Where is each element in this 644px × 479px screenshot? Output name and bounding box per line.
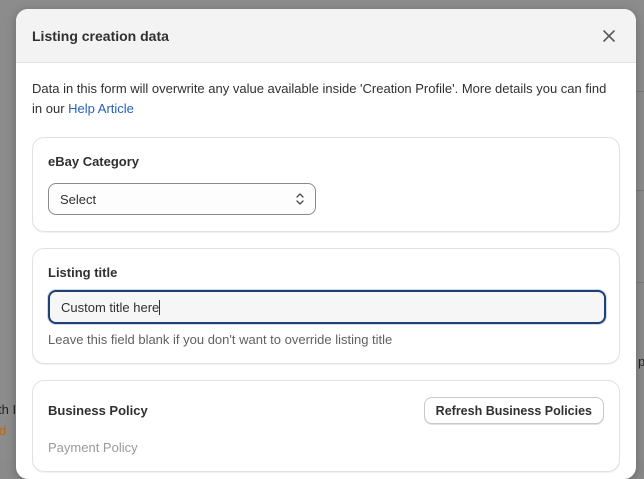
select-arrows-icon [296, 193, 304, 205]
close-icon [603, 29, 615, 42]
listing-title-value: Custom title here [61, 299, 160, 315]
business-policy-label: Business Policy [48, 403, 148, 418]
listing-title-input[interactable]: Custom title here [48, 290, 606, 324]
background-text-orange: d [0, 423, 7, 438]
listing-creation-modal: Listing creation data Data in this form … [16, 9, 636, 479]
business-policy-header: Business Policy Refresh Business Policie… [48, 397, 604, 424]
refresh-business-policies-button[interactable]: Refresh Business Policies [423, 397, 604, 424]
listing-title-label: Listing title [48, 265, 118, 280]
listing-title-help: Leave this field blank if you don't want… [48, 332, 393, 347]
help-article-link[interactable]: Help Article [68, 101, 134, 116]
ebay-category-card: eBay Category Select [32, 137, 620, 232]
business-policy-card: Business Policy Refresh Business Policie… [32, 380, 620, 472]
modal-title: Listing creation data [32, 27, 169, 44]
ebay-category-select[interactable]: Select [48, 183, 316, 215]
listing-title-card: Listing title Custom title here Leave th… [32, 248, 620, 364]
modal-body: Data in this form will overwrite any val… [16, 63, 636, 472]
text-caret [159, 299, 161, 315]
background-text: th I [0, 402, 17, 417]
background-text-right: p [638, 354, 644, 369]
select-value: Select [60, 191, 97, 207]
payment-policy-label: Payment Policy [48, 440, 138, 455]
modal-header: Listing creation data [16, 9, 636, 63]
ebay-category-label: eBay Category [48, 154, 140, 169]
intro-text: Data in this form will overwrite any val… [32, 79, 620, 119]
close-button[interactable] [598, 25, 620, 47]
